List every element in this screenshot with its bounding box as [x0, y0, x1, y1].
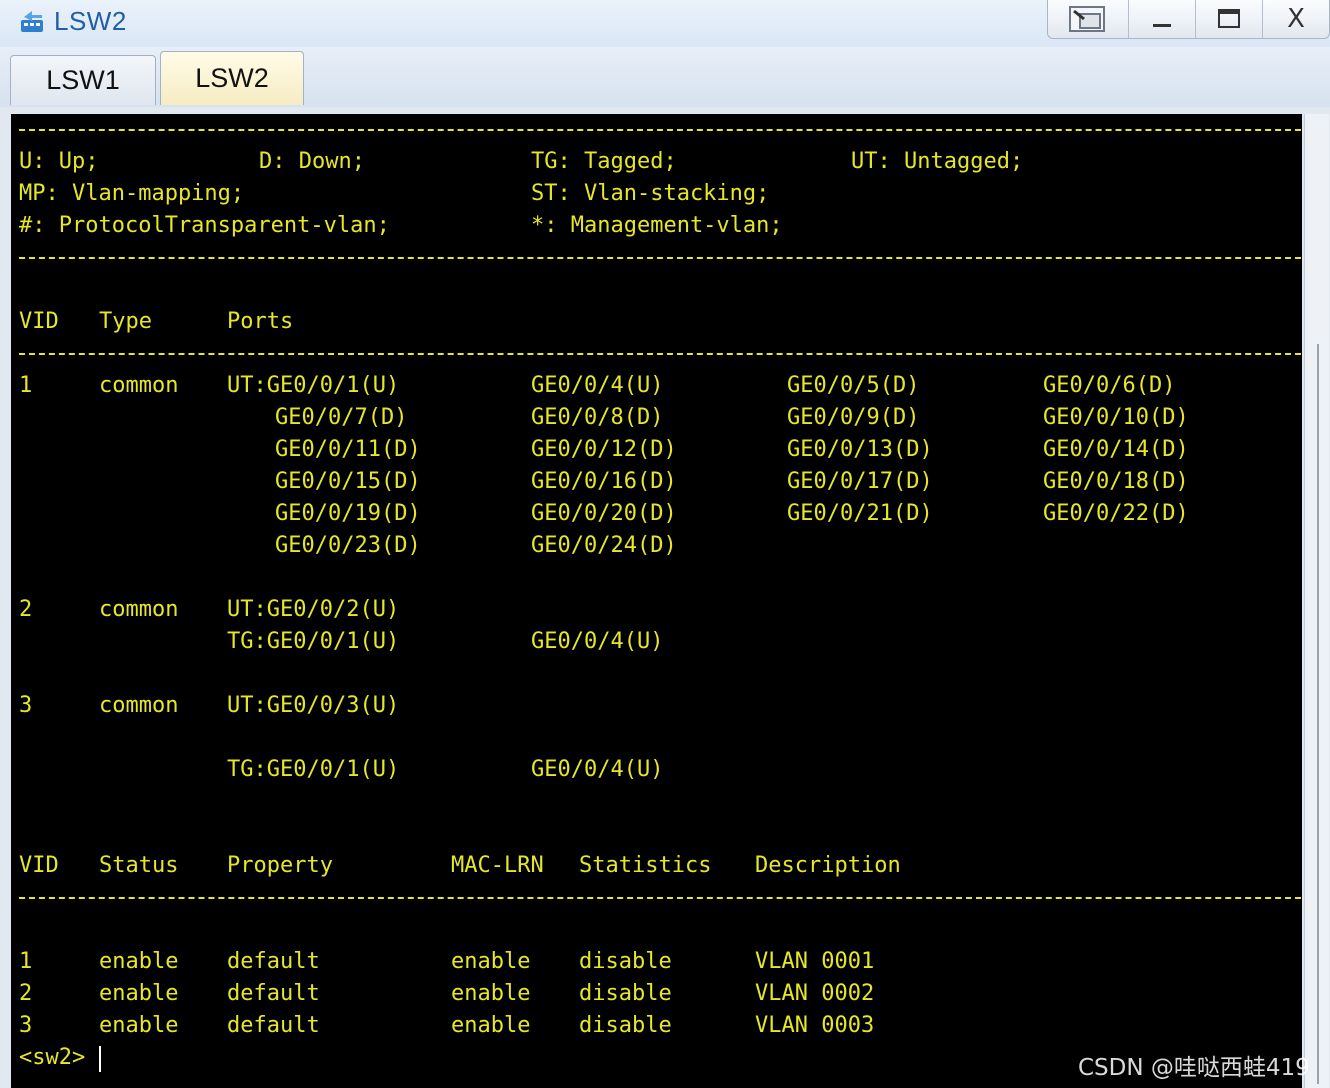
legend-line-2: MP: Vlan-mapping; ST: Vlan-stacking; — [19, 181, 770, 206]
restore-tab-button[interactable] — [1048, 0, 1128, 38]
vlan2-row-2: TG:GE0/0/1(U) GE0/0/4(U) — [227, 629, 664, 654]
vlan1-row-2: GE0/0/7(D) GE0/0/8(D) GE0/0/9(D) GE0/0/1… — [275, 405, 1189, 430]
vlan1-row-6: GE0/0/23(D) GE0/0/24(D) — [275, 533, 677, 558]
vlan1-row-3: GE0/0/11(D) GE0/0/12(D) GE0/0/13(D) GE0/… — [275, 437, 1189, 462]
text-cursor — [99, 1046, 101, 1072]
switch-icon — [21, 11, 43, 32]
legend-line-1: U: Up; D: Down; TG: Tagged; UT: Untagged… — [19, 149, 1024, 174]
close-icon: X — [1287, 4, 1305, 34]
vlan1-row-1: 1 common UT:GE0/0/1(U) GE0/0/4(U) GE0/0/… — [19, 373, 1176, 398]
vlan3-row-1: 3 common UT:GE0/0/3(U) — [19, 693, 400, 718]
maximize-icon — [1218, 9, 1240, 28]
title-bar: LSW2 X — [0, 0, 1330, 48]
tab-lsw1[interactable]: LSW1 — [10, 55, 156, 105]
vlan2-row-1: 2 common UT:GE0/0/2(U) — [19, 597, 400, 622]
window-title: LSW2 — [54, 6, 127, 36]
vlan-table-header: VID Type Ports — [19, 309, 294, 334]
minimize-button[interactable] — [1128, 0, 1195, 38]
status-row-2: 2 enable default enable disable VLAN 000… — [19, 981, 875, 1006]
separator-line — [19, 353, 1301, 355]
status-row-1: 1 enable default enable disable VLAN 000… — [19, 949, 875, 974]
watermark: CSDN @哇哒西蛙419 — [1078, 1055, 1310, 1081]
vertical-scrollbar[interactable] — [1304, 114, 1329, 1088]
tab-strip: LSW1 LSW2 — [0, 47, 1330, 109]
window-controls: X — [1047, 0, 1330, 39]
separator-line — [19, 129, 1301, 131]
vlan1-row-5: GE0/0/19(D) GE0/0/20(D) GE0/0/21(D) GE0/… — [275, 501, 1189, 526]
command-prompt[interactable]: <sw2> — [19, 1042, 101, 1074]
restore-tab-icon — [1069, 6, 1105, 32]
vlan1-row-4: GE0/0/15(D) GE0/0/16(D) GE0/0/17(D) GE0/… — [275, 469, 1189, 494]
close-button[interactable]: X — [1262, 0, 1329, 38]
separator-line — [19, 257, 1301, 259]
status-table-header: VID Status Property MAC-LRN Statistics D… — [19, 853, 901, 878]
scrollbar-thumb[interactable] — [1317, 344, 1319, 1084]
separator-line — [19, 897, 1301, 899]
status-row-3: 3 enable default enable disable VLAN 000… — [19, 1013, 875, 1038]
terminal-output[interactable]: U: Up; D: Down; TG: Tagged; UT: Untagged… — [11, 114, 1302, 1088]
minimize-icon — [1153, 24, 1171, 27]
legend-line-3: #: ProtocolTransparent-vlan; *: Manageme… — [19, 213, 783, 238]
vlan3-row-2: TG:GE0/0/1(U) GE0/0/4(U) — [227, 757, 664, 782]
maximize-button[interactable] — [1195, 0, 1262, 38]
tab-lsw2[interactable]: LSW2 — [160, 51, 304, 105]
